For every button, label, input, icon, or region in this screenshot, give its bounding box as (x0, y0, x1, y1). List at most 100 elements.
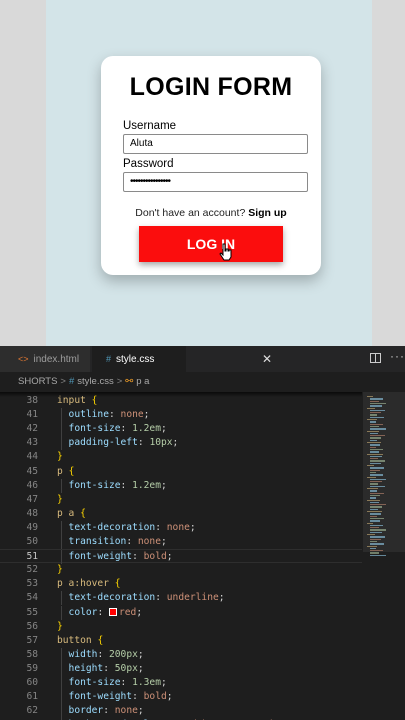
minimap-line (370, 409, 385, 412)
code-line[interactable]: 51 font-weight: bold; (0, 549, 362, 565)
minimap-line (367, 534, 375, 536)
minimap-line (370, 543, 384, 545)
username-input[interactable]: Aluta (123, 134, 308, 154)
close-icon[interactable]: ✕ (262, 346, 272, 372)
minimap-line (370, 416, 384, 419)
code-line[interactable]: 61 font-weight: bold; (0, 690, 362, 705)
code-line[interactable]: 47} (0, 493, 362, 507)
code-line[interactable]: 45 p { (0, 465, 362, 479)
minimap-line (370, 540, 377, 543)
line-number: 59 (26, 662, 38, 674)
minimap-line (370, 513, 381, 515)
line-number: 51 (26, 551, 38, 563)
signup-link[interactable]: Sign up (248, 207, 287, 219)
code-token: ; (161, 677, 167, 688)
line-source: outline: none; (57, 408, 150, 422)
minimap-line (370, 425, 379, 428)
minimap-line (367, 488, 378, 490)
minimap-line (370, 504, 386, 506)
minimap-line (370, 460, 385, 462)
breadcrumb-folder[interactable]: SHORTS (18, 376, 57, 387)
code-line[interactable]: 54 text-decoration: underline; (0, 591, 362, 606)
code-token: } (57, 493, 63, 505)
breadcrumb-separator: > (116, 376, 123, 387)
code-line[interactable]: 60 font-size: 1.3em; (0, 676, 362, 691)
code-line[interactable]: 48 p a { (0, 507, 362, 521)
minimap-line (367, 522, 373, 524)
code-line[interactable]: 44} (0, 450, 362, 464)
code-token: none (120, 409, 144, 421)
minimap-line (370, 527, 379, 529)
minimap-line (370, 520, 380, 522)
minimap-line (370, 448, 383, 451)
code-token: 10px (149, 437, 173, 449)
code-token: : (120, 423, 133, 435)
code-token: text-decoration (57, 592, 156, 604)
breadcrumb-symbol[interactable]: p a (136, 376, 149, 387)
login-card: LOGIN FORM Username Aluta Password •••••… (101, 56, 321, 275)
minimap-line (370, 414, 377, 416)
code-line[interactable]: 57 button { (0, 634, 362, 648)
tab-index-html[interactable]: <> index.html (0, 346, 90, 372)
minimap-line (370, 458, 378, 460)
code-line[interactable]: 59 height: 50px; (0, 661, 362, 676)
code-token: outline (57, 409, 109, 421)
code-area[interactable]: 38 input {41 outline: none; 42 font-size: … (0, 392, 362, 720)
minimap-line (370, 490, 377, 492)
code-line[interactable]: 41 outline: none; (0, 408, 362, 423)
code-token: 1.3em (132, 677, 161, 688)
code-line[interactable]: 43 padding-left: 10px; (0, 436, 362, 451)
code-token: button (57, 634, 98, 646)
breadcrumb-file[interactable]: style.css (77, 376, 113, 387)
code-token: : (155, 521, 167, 533)
minimap-line (370, 478, 386, 481)
minimap-line (367, 407, 375, 409)
symbol-class-icon: ⚯ (125, 376, 134, 387)
minimap-line (370, 497, 376, 499)
code-line[interactable]: 42 font-size: 1.2em; (0, 422, 362, 437)
tab-label: style.css (116, 354, 155, 365)
code-line[interactable]: 58 width: 200px; (0, 647, 362, 662)
color-swatch[interactable] (109, 607, 117, 616)
minimap-line (370, 506, 382, 508)
line-source: font-size: 1.2em; (57, 479, 167, 493)
line-number: 42 (26, 423, 38, 435)
code-line[interactable]: 56} (0, 620, 362, 634)
code-editor: <> index.html # style.css ✕ ··· SHORTS > # st… (0, 346, 405, 720)
line-source: font-size: 1.2em; (57, 422, 167, 436)
split-editor-icon[interactable] (370, 353, 381, 363)
tab-style-css[interactable]: # style.css ✕ (92, 346, 272, 372)
code-token: font-size (57, 677, 121, 688)
code-line[interactable]: 46 font-size: 1.2em; (0, 478, 362, 493)
line-source: width: 200px; (57, 648, 144, 662)
code-token: { (80, 507, 86, 519)
code-token: ; (137, 648, 144, 660)
more-actions-icon[interactable]: ··· (390, 349, 405, 363)
code-token: ; (166, 691, 173, 703)
minimap-line (370, 428, 386, 430)
login-button[interactable]: LOG IN (139, 226, 283, 262)
line-number: 54 (26, 592, 38, 604)
code-token: underline (166, 592, 219, 604)
minimap-line (367, 465, 374, 467)
password-input[interactable]: •••••••••••••••• (123, 172, 308, 192)
code-token: ; (137, 705, 144, 717)
code-line[interactable]: 50 transition: none; (0, 535, 362, 550)
line-source: text-decoration: none; (57, 521, 196, 535)
line-number: 49 (26, 521, 38, 533)
minimap[interactable] (363, 392, 405, 720)
code-line[interactable]: 55 color: red; (0, 605, 362, 620)
code-token: 200px (109, 648, 138, 660)
code-token: : (155, 592, 167, 604)
code-line[interactable]: 52} (0, 563, 362, 577)
code-token: font-weight (57, 691, 133, 703)
line-source: p a { (57, 507, 86, 521)
code-line[interactable]: 53 p a:hover { (0, 577, 362, 591)
code-line[interactable]: 62 border: none; (0, 704, 362, 719)
code-token: } (57, 620, 63, 632)
code-line[interactable]: 49 text-decoration: none; (0, 520, 362, 535)
browser-preview: LOGIN FORM Username Aluta Password •••••… (0, 0, 405, 346)
tab-label: index.html (33, 354, 80, 365)
code-token: ; (160, 536, 167, 547)
code-token: padding-left (57, 437, 138, 449)
